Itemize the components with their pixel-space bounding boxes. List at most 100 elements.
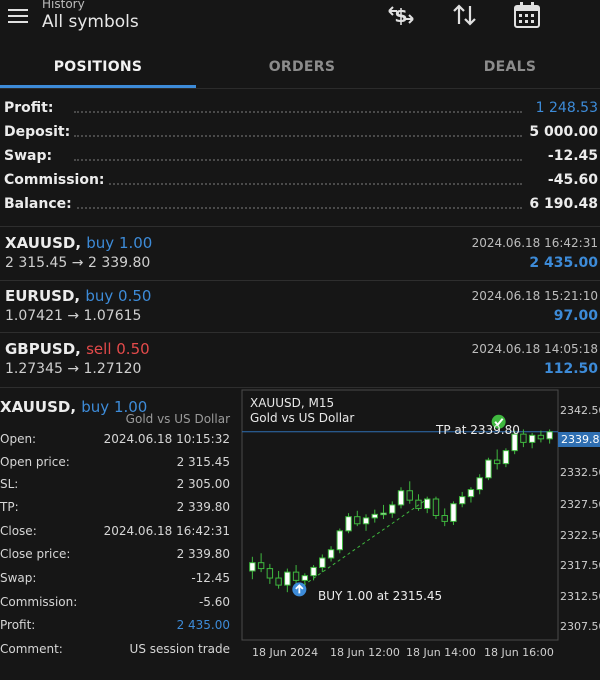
chart-description: Gold vs US Dollar [250,411,355,425]
summary-profit: Profit: 1 248.53 [4,100,598,124]
candle [546,431,553,440]
detail-row: Commission: -5.60 [0,595,230,609]
divider [0,88,600,89]
detail-row: TP: 2 339.80 [0,500,230,514]
candle [257,562,265,570]
candle [380,512,387,516]
candle [371,513,378,519]
candle [415,499,422,509]
candle [354,516,361,525]
detail-row: Close: 2024.06.18 16:42:31 [0,524,230,538]
candle [528,434,536,443]
divider [0,226,600,227]
current-price-tag: 2339.80 [558,432,600,447]
chart-symbol: XAUUSD, M15 [250,396,335,410]
candle [520,433,527,443]
y-tick-label: 2317.50 [560,559,600,572]
candle [476,477,483,491]
buy-label: BUY 1.00 at 2315.45 [318,589,443,603]
position-prices: 2 315.45 → 2 339.80 [5,255,151,271]
candle [319,557,326,568]
details-description: Gold vs US Dollar [125,412,230,426]
list-item[interactable]: EURUSD, buy 0.50 1.07421 → 1.07615 2024.… [0,281,600,333]
y-tick-label: 2327.50 [560,498,600,511]
position-prices: 1.27345 → 1.27120 [5,361,142,377]
summary-label: Swap: [4,148,57,164]
tab-positions[interactable]: POSITIONS [0,46,196,88]
candle [493,459,501,465]
list-item[interactable]: XAUUSD, buy 1.00 2 315.45 → 2 339.80 202… [0,228,600,280]
svg-text:$: $ [394,5,407,27]
detail-row: Close price: 2 339.80 [0,547,230,561]
position-side: buy 1.00 [86,234,153,252]
candle [485,459,492,479]
position-symbol: GBPUSD, [5,340,81,358]
candle [537,434,545,440]
summary-label: Profit: [4,100,58,116]
candle [310,566,317,577]
candle [432,498,440,517]
position-profit: 2 435.00 [529,255,598,271]
y-tick-label: 2332.50 [560,466,600,479]
summary-value: 6 190.48 [525,196,598,212]
position-time: 2024.06.18 15:21:10 [471,289,598,303]
candle [266,568,274,579]
summary-value: 5 000.00 [525,124,598,140]
currency-exchange-icon[interactable]: $ [386,2,416,28]
x-tick-label: 18 Jun 2024 [252,646,319,659]
x-tick-label: 18 Jun 14:00 [406,646,476,659]
top-bar: History All symbols $ [0,0,600,42]
summary-commission: Commission: -45.60 [4,172,598,196]
tp-label: TP at 2339.80 [436,423,520,437]
candle [467,489,475,498]
sort-icon[interactable] [450,2,480,28]
candle [389,504,396,514]
calendar-icon[interactable] [512,2,542,28]
candle [502,450,510,465]
candle [275,577,282,586]
position-symbol: XAUUSD, [5,234,82,252]
position-time: 2024.06.18 14:05:18 [471,342,598,356]
summary-value: -45.60 [543,172,598,188]
divider [0,332,600,333]
candles [249,429,553,593]
trade-line [303,498,428,586]
position-profit: 112.50 [543,361,598,377]
menu-icon[interactable] [8,6,28,24]
page-title[interactable]: All symbols [42,12,139,32]
summary-label: Balance: [4,196,76,212]
candle [336,530,344,551]
detail-row: Swap: -12.45 [0,571,230,585]
position-time: 2024.06.18 16:42:31 [471,236,598,250]
candle [397,490,405,506]
x-tick-label: 18 Jun 16:00 [484,646,554,659]
detail-row: Profit: 2 435.00 [0,618,230,632]
summary-value: -12.45 [543,148,598,164]
position-profit: 97.00 [553,308,598,324]
price-chart[interactable] [240,389,600,680]
y-tick-label: 2312.50 [560,590,600,603]
position-side: buy 0.50 [85,287,152,305]
details-symbol: XAUUSD, [0,398,77,416]
tab-orders[interactable]: ORDERS [204,46,400,88]
position-details-panel: XAUUSD, buy 1.00 Gold vs US Dollar Open:… [0,390,238,680]
tab-deals[interactable]: DEALS [412,46,600,88]
position-side: sell 0.50 [86,340,150,358]
y-tick-label: 2322.50 [560,529,600,542]
summary-swap: Swap: -12.45 [4,148,598,172]
candle [362,517,370,525]
y-tick-label: 2307.50 [560,620,600,633]
summary-value: 1 248.53 [531,100,598,116]
tab-bar: POSITIONS ORDERS DEALS [0,46,600,88]
candle [292,571,300,581]
position-prices: 1.07421 → 1.07615 [5,308,142,324]
x-tick-label: 18 Jun 12:00 [330,646,400,659]
summary-balance: Balance: 6 190.48 [4,196,598,220]
detail-row: Comment: US session trade [0,642,230,656]
candle [345,516,352,532]
candle [327,549,335,559]
candle [450,503,457,522]
candle [284,571,291,586]
list-item[interactable]: GBPUSD, sell 0.50 1.27345 → 1.27120 2024… [0,334,600,386]
detail-row: SL: 2 305.00 [0,477,230,491]
